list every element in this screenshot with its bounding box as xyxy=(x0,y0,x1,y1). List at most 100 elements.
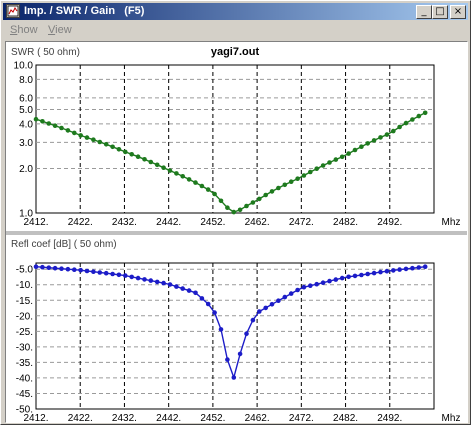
data-point xyxy=(103,142,109,147)
x-tick-label: 2422. xyxy=(68,413,93,422)
data-point xyxy=(116,147,122,152)
minimize-button[interactable]: _ xyxy=(416,5,432,19)
data-point xyxy=(154,279,160,285)
title-bar[interactable]: Imp. / SWR / Gain (F5) _ □ × xyxy=(3,3,468,20)
data-point xyxy=(231,375,237,380)
data-point xyxy=(97,139,103,145)
data-point xyxy=(91,269,96,274)
y-tick-label: 3.0 xyxy=(19,138,33,149)
series-line xyxy=(35,112,426,213)
menu-item-show[interactable]: Show xyxy=(10,23,38,37)
close-icon: × xyxy=(453,6,463,17)
data-point xyxy=(97,270,103,275)
y-tick-label: -40. xyxy=(16,373,33,384)
data-point xyxy=(257,196,262,202)
y-tick-label: -30. xyxy=(16,342,33,353)
data-point xyxy=(339,154,345,160)
data-point xyxy=(199,296,205,301)
y-tick-label: -25. xyxy=(16,327,33,338)
data-point xyxy=(346,274,351,280)
x-tick-label: 2432. xyxy=(112,413,137,422)
data-point xyxy=(154,162,160,168)
x-tick-label: 2492. xyxy=(377,217,402,228)
data-point xyxy=(282,182,288,188)
data-point xyxy=(161,165,166,170)
close-button[interactable]: × xyxy=(450,5,466,19)
data-point xyxy=(174,171,179,176)
y-tick-label: -5.0 xyxy=(16,265,34,276)
data-point xyxy=(276,298,281,304)
data-point xyxy=(397,267,402,272)
data-point xyxy=(205,301,211,307)
data-point xyxy=(384,132,390,137)
data-point xyxy=(339,275,345,281)
x-tick-label: 2462. xyxy=(245,413,270,422)
y-tick-label: 6.0 xyxy=(19,93,33,104)
menu-item-view-label: iew xyxy=(55,24,72,36)
window-title: Imp. / SWR / Gain (F5) xyxy=(24,5,145,17)
data-point xyxy=(333,157,339,162)
data-point xyxy=(180,286,185,291)
x-tick-label: 2412. xyxy=(23,413,48,422)
x-axis-unit-label: Mhz xyxy=(442,217,461,228)
maximize-button[interactable]: □ xyxy=(432,5,448,19)
data-point xyxy=(186,177,192,182)
data-point xyxy=(167,168,173,173)
data-point xyxy=(193,180,198,185)
data-point xyxy=(314,281,320,287)
data-point xyxy=(225,357,230,362)
data-point xyxy=(46,121,52,126)
y-tick-label: 8.0 xyxy=(19,75,33,86)
data-point xyxy=(33,116,39,122)
x-tick-label: 2412. xyxy=(23,217,48,228)
x-tick-label: 2452. xyxy=(200,217,225,228)
data-point xyxy=(327,160,332,165)
data-point xyxy=(167,282,173,287)
data-point xyxy=(91,137,96,142)
data-point xyxy=(142,277,147,282)
data-point xyxy=(282,294,288,300)
data-point xyxy=(135,154,141,159)
data-point xyxy=(301,284,307,290)
data-point xyxy=(40,119,45,124)
data-point xyxy=(295,176,300,181)
menu-item-view[interactable]: View xyxy=(48,23,72,37)
x-tick-label: 2472. xyxy=(289,217,314,228)
data-point xyxy=(308,169,313,175)
data-point xyxy=(276,185,281,191)
chart-title: yagi7.out xyxy=(211,46,260,58)
data-point xyxy=(46,265,52,270)
data-point xyxy=(65,128,71,133)
data-point xyxy=(110,144,115,150)
data-point xyxy=(72,130,77,136)
data-point xyxy=(212,310,217,315)
x-tick-label: 2452. xyxy=(200,413,225,422)
x-tick-label: 2492. xyxy=(377,413,402,422)
chart-panel: SWR ( 50 ohm) yagi7.out 10.0 8.0 6.0 5.0 4.0 3.… xyxy=(5,41,468,423)
data-point xyxy=(59,125,64,131)
data-point xyxy=(225,205,230,210)
data-point xyxy=(378,135,383,140)
data-point xyxy=(129,274,134,280)
minimize-icon: _ xyxy=(421,6,427,17)
data-point xyxy=(250,317,256,323)
data-point xyxy=(391,268,396,273)
y-tick-label: -35. xyxy=(16,358,33,369)
data-point xyxy=(314,166,320,171)
data-point xyxy=(263,192,269,198)
chart-icon[interactable] xyxy=(6,4,20,18)
data-point xyxy=(410,117,415,122)
y-tick-label: -45. xyxy=(16,389,33,400)
data-point xyxy=(263,305,269,311)
data-point xyxy=(378,269,383,275)
data-point xyxy=(110,271,115,277)
x-tick-label: 2442. xyxy=(156,217,181,228)
app-window: Imp. / SWR / Gain (F5) _ □ × Show View S… xyxy=(0,0,471,425)
data-point xyxy=(333,277,339,282)
y-tick-label: 5.0 xyxy=(19,105,33,116)
x-axis-unit-label: Mhz xyxy=(442,413,461,422)
data-point xyxy=(123,149,128,155)
x-tick-label: 2472. xyxy=(289,413,314,422)
y-axis-label: SWR ( 50 ohm) xyxy=(11,47,80,58)
data-point xyxy=(410,265,415,271)
